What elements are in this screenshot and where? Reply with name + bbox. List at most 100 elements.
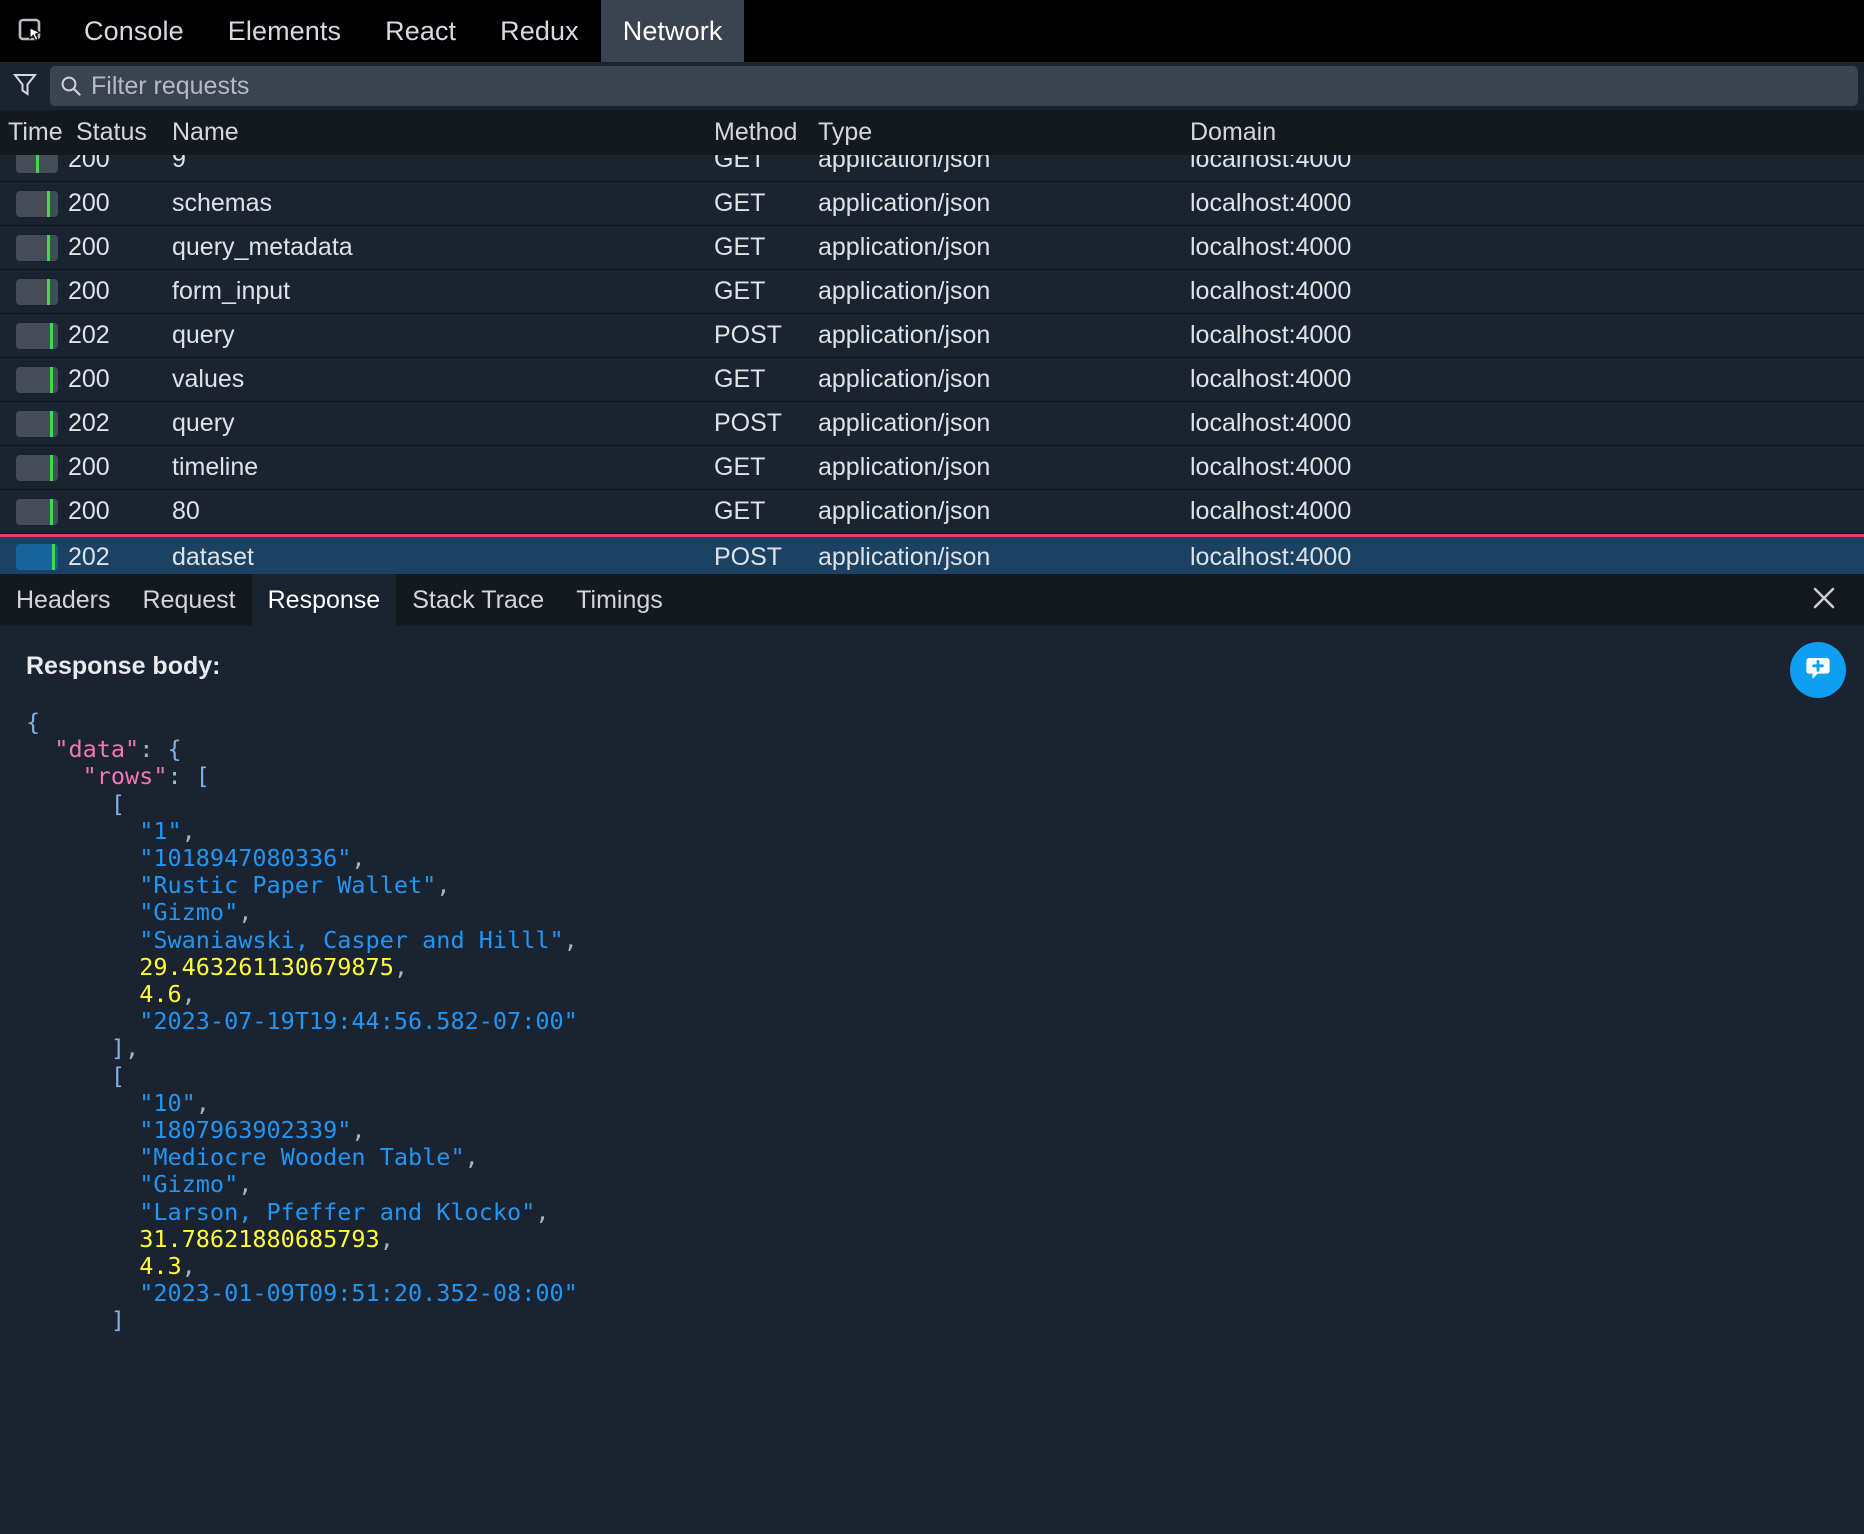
cell-status: 200 (68, 233, 110, 261)
table-row[interactable]: 202 dataset POST application/json localhost:… (0, 534, 1864, 574)
filter-bar (0, 62, 1864, 110)
cell-type: application/json (818, 321, 991, 349)
search-input[interactable] (91, 71, 1848, 101)
detail-tab-response-label: Response (267, 585, 381, 614)
table-body: 200 9 GET application/json localhost:4000 200… (0, 138, 1864, 574)
element-picker-button[interactable] (0, 0, 62, 62)
cell-type: application/json (818, 189, 991, 217)
cell-timing-bar (0, 190, 68, 217)
cell-timing-bar (0, 498, 68, 525)
tab-elements[interactable]: Elements (206, 0, 363, 62)
detail-tab-stack-trace[interactable]: Stack Trace (396, 574, 560, 626)
table-row[interactable]: 200 values GET application/json localhost:40… (0, 358, 1864, 402)
element-picker-icon (16, 16, 46, 46)
cell-method: POST (714, 321, 783, 349)
tab-console-label: Console (84, 15, 184, 46)
funnel-button[interactable] (8, 69, 42, 103)
cell-method: GET (714, 233, 766, 261)
cell-timing-bar (0, 544, 68, 570)
tab-redux-label: Redux (500, 15, 579, 46)
response-body-title: Response body: (26, 652, 221, 680)
tab-redux[interactable]: Redux (478, 0, 601, 62)
cell-domain: localhost:4000 (1190, 233, 1352, 261)
cell-type: application/json (818, 277, 991, 305)
cell-domain: localhost:4000 (1190, 542, 1352, 571)
detail-tab-headers-label: Headers (16, 585, 111, 614)
cell-type: application/json (818, 497, 991, 525)
request-detail-panel: Headers Request Response Stack Trace Tim… (0, 574, 1864, 1534)
cell-type: application/json (818, 409, 991, 437)
cell-domain: localhost:4000 (1190, 189, 1352, 217)
cell-name: query_metadata (172, 233, 353, 261)
cell-status: 202 (68, 542, 110, 571)
table-row[interactable]: 200 80 GET application/json localhost:4000 (0, 490, 1864, 534)
detail-tab-stack-trace-label: Stack Trace (412, 585, 545, 614)
cell-status: 200 (68, 497, 110, 525)
table-row[interactable]: 200 timeline GET application/json localhost:… (0, 446, 1864, 490)
cell-domain: localhost:4000 (1190, 321, 1352, 349)
table-row[interactable]: 202 query POST application/json localhost:40… (0, 402, 1864, 446)
cell-method: GET (714, 277, 766, 305)
cell-method: POST (714, 409, 783, 437)
cell-domain: localhost:4000 (1190, 409, 1352, 437)
cell-name: form_input (172, 277, 291, 305)
close-detail-panel-button[interactable] (1802, 574, 1846, 626)
cell-status: 202 (68, 321, 110, 349)
tab-react-label: React (385, 15, 457, 46)
detail-tab-timings[interactable]: Timings (560, 574, 679, 626)
cell-type: application/json (818, 542, 991, 571)
cell-timing-bar (0, 278, 68, 305)
cell-domain: localhost:4000 (1190, 277, 1352, 305)
column-header-type[interactable]: Type (818, 118, 1190, 147)
table-header-row: Time Status Name Method Type Domain (0, 110, 1864, 155)
cell-method: GET (714, 189, 766, 217)
requests-table: Time Status Name Method Type Domain 200 9… (0, 110, 1864, 574)
cell-timing-bar (0, 410, 68, 437)
filter-search-box[interactable] (50, 66, 1858, 106)
tab-network-label: Network (622, 15, 723, 46)
cell-status: 200 (68, 189, 110, 217)
devtools-toolbar: Console Elements React Redux Network (0, 0, 1864, 62)
cell-name: dataset (172, 542, 255, 571)
tab-react[interactable]: React (363, 0, 478, 62)
detail-tab-headers[interactable]: Headers (0, 574, 127, 626)
column-header-domain[interactable]: Domain (1190, 118, 1864, 147)
cell-type: application/json (818, 365, 991, 393)
table-row[interactable]: 200 query_metadata GET application/json loca… (0, 226, 1864, 270)
response-body-json: { "data": { "rows": [ [ "1", "1018947080… (26, 708, 578, 1335)
tab-console[interactable]: Console (62, 0, 206, 62)
table-row[interactable]: 200 schemas GET application/json localhost:4… (0, 182, 1864, 226)
cell-timing-bar (0, 322, 68, 349)
cell-status: 200 (68, 277, 110, 305)
cell-domain: localhost:4000 (1190, 365, 1352, 393)
cell-domain: localhost:4000 (1190, 453, 1352, 481)
cell-method: POST (714, 542, 783, 571)
detail-tab-timings-label: Timings (576, 585, 663, 614)
response-body-container: Response body: { "data": { "rows": [ [ "… (0, 626, 1864, 1534)
table-row[interactable]: 200 form_input GET application/json localhos… (0, 270, 1864, 314)
column-header-status[interactable]: Status (76, 118, 172, 147)
cell-name: query (172, 409, 235, 437)
cell-timing-bar (0, 366, 68, 393)
cell-type: application/json (818, 453, 991, 481)
table-row[interactable]: 202 query POST application/json localhost:40… (0, 314, 1864, 358)
tab-network[interactable]: Network (600, 0, 745, 62)
detail-tab-strip: Headers Request Response Stack Trace Tim… (0, 574, 1864, 626)
chat-plus-icon (1802, 652, 1834, 689)
cell-timing-bar (0, 234, 68, 261)
cell-domain: localhost:4000 (1190, 497, 1352, 525)
cell-method: GET (714, 497, 766, 525)
funnel-icon (12, 71, 38, 102)
cell-name: 80 (172, 497, 200, 525)
column-header-name[interactable]: Name (172, 118, 714, 147)
cell-status: 200 (68, 365, 110, 393)
detail-tab-request[interactable]: Request (127, 574, 252, 626)
cell-status: 202 (68, 409, 110, 437)
detail-tab-response[interactable]: Response (251, 574, 397, 626)
devtools-window: Console Elements React Redux Network Fil… (0, 0, 1864, 1534)
cell-method: GET (714, 365, 766, 393)
chat-support-button[interactable] (1790, 642, 1846, 698)
cell-method: GET (714, 453, 766, 481)
column-header-method[interactable]: Method (714, 118, 818, 147)
column-header-time[interactable]: Time (0, 118, 76, 147)
